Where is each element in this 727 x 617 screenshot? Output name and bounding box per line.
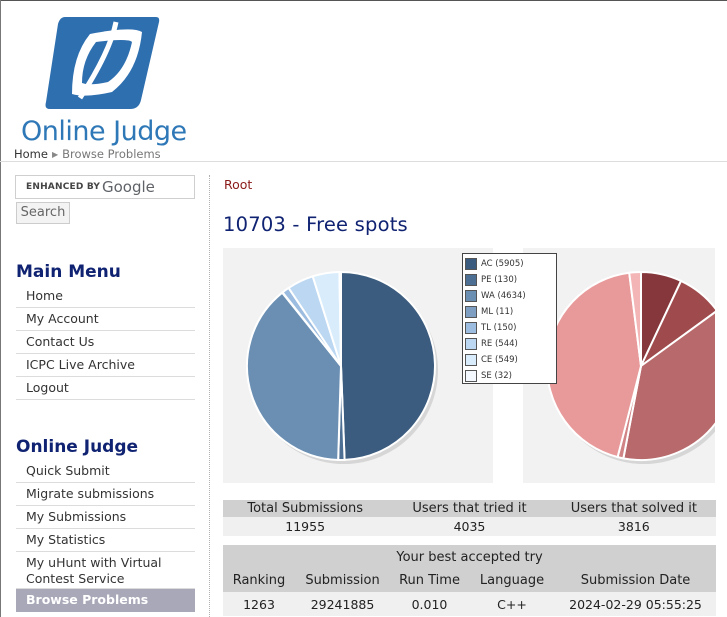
legend-swatch [465,370,477,382]
window-left-edge [0,0,1,617]
logo-mark-icon [45,17,160,109]
header-submission-date: Submission Date [555,569,717,592]
stats-value-row: 11955 4035 3816 [223,517,716,536]
legend-entry: TL (150) [465,320,556,336]
breadcrumb-browse-problems[interactable]: Browse Problems [62,147,161,161]
header-users-solved: Users that solved it [551,500,716,517]
menu-item-browse-problems[interactable]: Browse Problems [16,589,195,612]
google-search-input[interactable]: ENHANCED BY Google [15,175,195,199]
menu-item-my-statistics[interactable]: My Statistics [16,529,195,552]
stats-header-row: Total Submissions Users that tried it Us… [223,500,716,517]
submission-stats-table: Total Submissions Users that tried it Us… [223,500,716,536]
header-submission: Submission [295,569,390,592]
main-menu: Home My Account Contact Us ICPC Live Arc… [16,285,195,400]
search-button[interactable]: Search [16,202,70,224]
menu-item-my-uhunt[interactable]: My uHunt with Virtual Contest Service [16,552,195,589]
verdict-pie-panel [223,248,493,483]
legend-label: RE (544) [481,339,518,349]
problem-title: 10703 - Free spots [223,213,408,236]
verdict-legend: AC (5905) PE (130) WA (4634) ML (11) TL (150… [462,253,557,384]
legend-label: AC (5905) [481,259,524,269]
menu-item-quick-submit[interactable]: Quick Submit [16,460,195,483]
value-ranking: 1263 [223,592,295,616]
value-submission-date: 2024-02-29 05:55:25 [555,592,717,616]
legend-swatch [465,290,477,302]
menu-item-migrate-submissions[interactable]: Migrate submissions [16,483,195,506]
best-try-value-row: 1263 29241885 0.010 C++ 2024-02-29 05:55… [223,592,717,616]
legend-label: TL (150) [481,323,517,333]
menu-item-icpc-live-archive[interactable]: ICPC Live Archive [16,354,195,377]
legend-entry: WA (4634) [465,288,556,304]
menu-item-my-account[interactable]: My Account [16,308,195,331]
value-users-solved: 3816 [551,517,716,536]
legend-swatch [465,322,477,334]
header-language: Language [469,569,555,592]
value-total-submissions: 11955 [223,517,388,536]
value-language: C++ [469,592,555,616]
breadcrumb: Home ▶ Browse Problems [14,147,161,161]
legend-entry: ML (11) [465,304,556,320]
header-ranking: Ranking [223,569,295,592]
best-try-caption-row: Your best accepted try [223,545,717,569]
legend-swatch [465,306,477,318]
verdict-pie-slice-0 [340,270,436,461]
online-judge-menu-title: Online Judge [16,437,139,457]
legend-label: PE (130) [481,275,518,285]
online-judge-menu: Quick Submit Migrate submissions My Subm… [16,460,195,612]
window-top-edge [0,0,727,1]
legend-label: SE (32) [481,371,512,381]
best-try-header-row: Ranking Submission Run Time Language Sub… [223,569,717,592]
enhanced-by-label: ENHANCED BY [26,182,101,192]
root-link[interactable]: Root [224,177,252,192]
legend-entry: CE (549) [465,352,556,368]
menu-item-my-submissions[interactable]: My Submissions [16,506,195,529]
legend-label: WA (4634) [481,291,526,301]
legend-swatch [465,338,477,350]
header-users-tried: Users that tried it [387,500,552,517]
sidebar-divider [209,175,210,617]
legend-swatch [465,354,477,366]
best-try-caption: Your best accepted try [223,545,717,569]
main-menu-title: Main Menu [16,262,121,282]
legend-swatch [465,258,477,270]
legend-entry: AC (5905) [465,256,556,272]
value-run-time: 0.010 [390,592,469,616]
menu-item-contact-us[interactable]: Contact Us [16,331,195,354]
value-submission[interactable]: 29241885 [295,592,390,616]
breadcrumb-home[interactable]: Home [14,147,48,161]
menu-item-logout[interactable]: Logout [16,377,195,400]
verdict-pie-chart [246,270,438,464]
legend-swatch [465,274,477,286]
legend-entry: PE (130) [465,272,556,288]
logo-text: Online Judge [21,116,187,147]
online-judge-logo[interactable]: Online Judge [20,12,187,152]
header-total-submissions: Total Submissions [223,500,388,517]
header-divider [0,161,727,162]
value-users-tried: 4035 [387,517,552,536]
legend-entry: SE (32) [465,368,556,384]
google-logo-text: Google [102,178,155,196]
legend-label: CE (549) [481,355,518,365]
legend-label: ML (11) [481,307,514,317]
menu-item-home[interactable]: Home [16,285,195,308]
legend-entry: RE (544) [465,336,556,352]
header-run-time: Run Time [390,569,469,592]
best-try-table: Your best accepted try Ranking Submissio… [223,545,717,616]
chevron-right-icon: ▶ [51,150,59,159]
